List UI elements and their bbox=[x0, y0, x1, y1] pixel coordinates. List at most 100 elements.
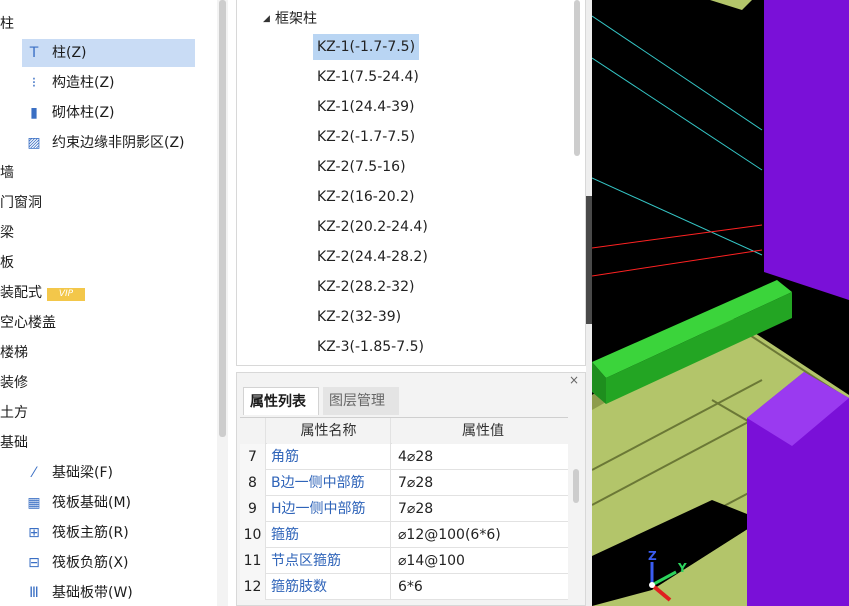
nav-label: 砌体柱(Z) bbox=[52, 105, 115, 121]
column-icon: T bbox=[29, 45, 39, 61]
nav-label: 楼梯 bbox=[0, 345, 28, 361]
property-value[interactable]: ⌀14@100 bbox=[392, 548, 568, 574]
nav-category[interactable]: 基础 bbox=[0, 429, 28, 457]
raft-negative-rebar-icon: ⊟ bbox=[28, 555, 40, 571]
construction-column-icon: ⁝ bbox=[31, 75, 37, 91]
nav-scrollbar[interactable] bbox=[217, 0, 228, 606]
nav-label: 基础板带(W) bbox=[52, 585, 133, 601]
grid-header-row: 属性名称 属性值 bbox=[240, 418, 568, 444]
tab-property-list[interactable]: 属性列表 bbox=[243, 387, 319, 415]
property-name: B边一侧中部筋 bbox=[267, 470, 391, 496]
nav-label: 柱(Z) bbox=[52, 45, 87, 61]
property-name: 角筋 bbox=[267, 444, 391, 470]
nav-component[interactable]: ⊞ 筏板主筋(R) bbox=[22, 519, 129, 547]
property-row[interactable]: 7 角筋 4⌀28 bbox=[240, 444, 568, 470]
tree-leaf-component[interactable]: KZ-2(16-20.2) bbox=[313, 184, 418, 210]
property-name: H边一侧中部筋 bbox=[267, 496, 391, 522]
close-icon[interactable]: × bbox=[569, 373, 579, 387]
row-index: 11 bbox=[240, 548, 266, 574]
nav-category[interactable]: 墙 bbox=[0, 159, 14, 187]
grid-header-value: 属性值 bbox=[392, 418, 568, 444]
row-index: 10 bbox=[240, 522, 266, 548]
nav-label: 装修 bbox=[0, 375, 28, 391]
grid-header-name: 属性名称 bbox=[267, 418, 391, 444]
tab-layer-management[interactable]: 图层管理 bbox=[323, 387, 399, 415]
nav-category[interactable]: 柱 bbox=[0, 10, 14, 38]
nav-label: 空心楼盖 bbox=[0, 315, 56, 331]
property-grid: 属性名称 属性值 7 角筋 4⌀28 8 B边一侧中部筋 7⌀28 9 H边一侧中部筋 7⌀28… bbox=[240, 417, 568, 600]
nav-component[interactable]: ⁝ 构造柱(Z) bbox=[22, 69, 115, 97]
property-value[interactable]: ⌀12@100(6*6) bbox=[392, 522, 568, 548]
app-window: 柱 T 柱(Z) ⁝ 构造柱(Z) ▮ 砌体柱(Z) ▨ 约束边缘非阴影区(Z) 墙门窗洞梁板装配… bbox=[0, 0, 849, 606]
purple-column-upper bbox=[764, 0, 849, 300]
property-value[interactable]: 7⌀28 bbox=[392, 470, 568, 496]
nav-label: 梁 bbox=[0, 225, 14, 241]
component-nav-panel: 柱 T 柱(Z) ⁝ 构造柱(Z) ▮ 砌体柱(Z) ▨ 约束边缘非阴影区(Z) 墙门窗洞梁板装配… bbox=[0, 0, 230, 606]
nav-label: 筏板基础(M) bbox=[52, 495, 132, 511]
property-name: 节点区箍筋 bbox=[267, 548, 391, 574]
foundation-beam-icon: ⁄ bbox=[32, 465, 36, 481]
nav-component[interactable]: ▮ 砌体柱(Z) bbox=[22, 99, 115, 127]
tree-leaf-component[interactable]: KZ-2(-1.7-7.5) bbox=[313, 124, 419, 150]
foundation-strip-icon: Ⅲ bbox=[29, 585, 39, 601]
property-row[interactable]: 12 箍筋肢数 6*6 bbox=[240, 574, 568, 600]
nav-category[interactable]: 土方 bbox=[0, 399, 28, 427]
nav-category[interactable]: 板 bbox=[0, 249, 14, 277]
nav-component[interactable]: ▦ 筏板基础(M) bbox=[22, 489, 131, 517]
grid-scrollbar-thumb[interactable] bbox=[573, 469, 579, 503]
raft-foundation-icon: ▦ bbox=[27, 495, 41, 511]
tree-leaf-component[interactable]: KZ-1(-1.7-7.5) bbox=[313, 34, 420, 60]
property-value[interactable]: 7⌀28 bbox=[392, 496, 568, 522]
tree-leaf-component[interactable]: KZ-3(-1.85-7.5) bbox=[313, 334, 428, 360]
grid-scrollbar[interactable] bbox=[571, 465, 581, 605]
nav-component[interactable]: ⁄ 基础梁(F) bbox=[22, 459, 113, 487]
nav-component[interactable]: T 柱(Z) bbox=[22, 39, 195, 67]
3d-viewport[interactable]: Z Y bbox=[592, 0, 849, 606]
nav-component[interactable]: ▨ 约束边缘非阴影区(Z) bbox=[22, 129, 185, 157]
nav-label: 装配式 bbox=[0, 285, 42, 301]
property-row[interactable]: 11 节点区箍筋 ⌀14@100 bbox=[240, 548, 568, 574]
nav-category[interactable]: 梁 bbox=[0, 219, 14, 247]
tree-leaf-component[interactable]: KZ-2(7.5-16) bbox=[313, 154, 410, 180]
nav-category[interactable]: 空心楼盖 bbox=[0, 309, 56, 337]
nav-label: 基础 bbox=[0, 435, 28, 451]
property-row[interactable]: 10 箍筋 ⌀12@100(6*6) bbox=[240, 522, 568, 548]
tree-leaf-component[interactable]: KZ-1(7.5-24.4) bbox=[313, 64, 423, 90]
3d-scene[interactable]: Z Y bbox=[592, 0, 849, 606]
nav-label: 板 bbox=[0, 255, 14, 271]
tree-leaf-component[interactable]: KZ-2(20.2-24.4) bbox=[313, 214, 432, 240]
nav-component[interactable]: Ⅲ 基础板带(W) bbox=[22, 579, 133, 606]
tree-scrollbar[interactable] bbox=[572, 0, 582, 364]
property-row[interactable]: 9 H边一侧中部筋 7⌀28 bbox=[240, 496, 568, 522]
tree-leaf-component[interactable]: KZ-1(24.4-39) bbox=[313, 94, 418, 120]
tree-leaf-component[interactable]: KZ-2(24.4-28.2) bbox=[313, 244, 432, 270]
raft-main-rebar-icon: ⊞ bbox=[28, 525, 40, 541]
tree-scrollbar-thumb[interactable] bbox=[574, 0, 580, 156]
nav-label: 基础梁(F) bbox=[52, 465, 113, 481]
nav-label: 约束边缘非阴影区(Z) bbox=[52, 135, 185, 151]
nav-label: 构造柱(Z) bbox=[52, 75, 115, 91]
axis-origin bbox=[649, 582, 655, 588]
nav-category[interactable]: 楼梯 bbox=[0, 339, 28, 367]
tree-node-label: 框架柱 bbox=[275, 11, 317, 27]
property-row[interactable]: 8 B边一侧中部筋 7⌀28 bbox=[240, 470, 568, 496]
tree-node-frame-column[interactable]: ◢ 框架柱 bbox=[263, 6, 317, 32]
nav-scrollbar-thumb[interactable] bbox=[219, 0, 226, 437]
tree-leaf-component[interactable]: KZ-2(28.2-32) bbox=[313, 274, 418, 300]
nav-label: 柱 bbox=[0, 16, 14, 32]
collapse-arrow-icon[interactable]: ◢ bbox=[263, 6, 270, 32]
property-value[interactable]: 4⌀28 bbox=[392, 444, 568, 470]
nav-category[interactable]: 装修 bbox=[0, 369, 28, 397]
property-value[interactable]: 6*6 bbox=[392, 574, 568, 600]
axis-z-label: Z bbox=[648, 549, 657, 563]
component-list-panel: ◢ 框架柱 KZ-1(-1.7-7.5) KZ-1(7.5-24.4) KZ-1(2… bbox=[236, 0, 586, 366]
tree-leaf-component[interactable]: KZ-2(32-39) bbox=[313, 304, 405, 330]
nav-label: 筏板主筋(R) bbox=[52, 525, 129, 541]
nav-label: 墙 bbox=[0, 165, 14, 181]
constraint-edge-icon: ▨ bbox=[27, 135, 41, 151]
nav-component[interactable]: ⊟ 筏板负筋(X) bbox=[22, 549, 128, 577]
nav-category[interactable]: 装配式 VIP bbox=[0, 279, 85, 307]
masonry-column-icon: ▮ bbox=[30, 105, 38, 121]
row-index: 7 bbox=[240, 444, 266, 470]
nav-category[interactable]: 门窗洞 bbox=[0, 189, 42, 217]
